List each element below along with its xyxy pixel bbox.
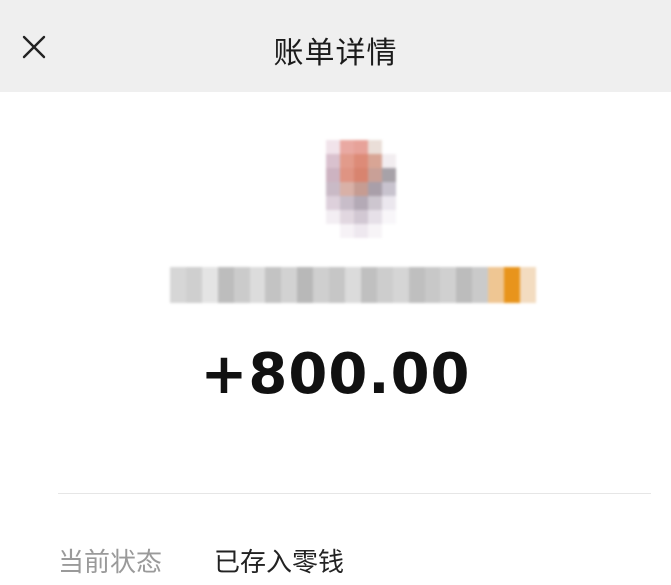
bill-detail-content: +800.00 当前状态 已存入零钱 (0, 92, 671, 585)
top-bar: 账单详情 (0, 0, 671, 92)
amount-value: +800.00 (200, 342, 471, 407)
divider (58, 493, 651, 494)
payer-name-redacted (170, 267, 536, 303)
page-title: 账单详情 (273, 36, 398, 71)
avatar (312, 140, 410, 238)
status-value: 已存入零钱 (214, 548, 345, 578)
status-label: 当前状态 (58, 548, 163, 578)
